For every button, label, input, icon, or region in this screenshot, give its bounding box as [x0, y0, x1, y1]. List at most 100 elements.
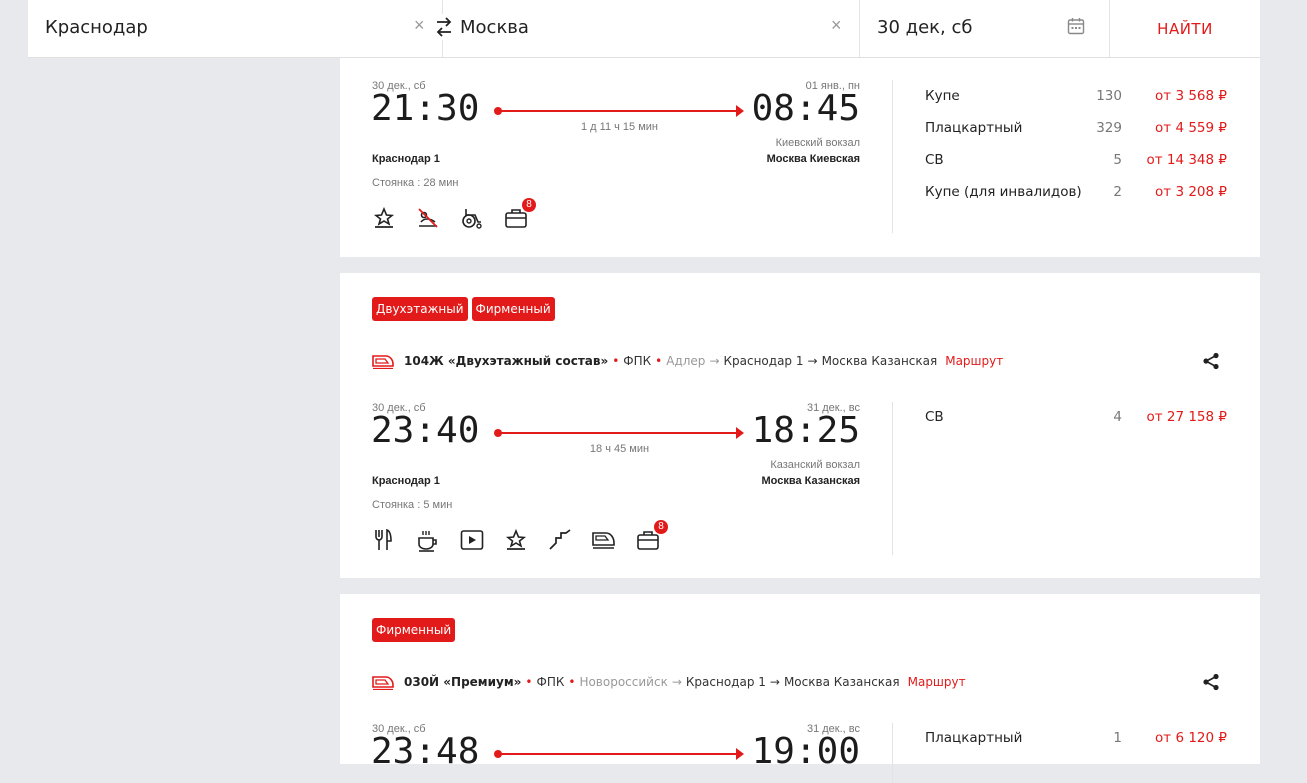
luggage-icon[interactable]: 8 — [504, 198, 536, 230]
carrier: ФПК — [623, 354, 652, 368]
premium-icon[interactable] — [372, 206, 396, 230]
arrival-time: 18:25 — [751, 410, 860, 451]
arrival-time: 19:00 — [751, 731, 860, 772]
class-name: Плацкартный — [925, 730, 1023, 746]
price-row[interactable]: Плацкартный 1 от 6 120 ₽ — [925, 730, 1227, 762]
video-icon[interactable] — [460, 528, 484, 552]
share-icon[interactable] — [1202, 352, 1220, 370]
tag-branded: Фирменный — [471, 297, 555, 321]
arrival-station: Москва Киевская — [766, 153, 860, 165]
from-field[interactable]: Краснодар × — [28, 0, 443, 57]
clear-icon[interactable]: × — [831, 15, 842, 36]
segment: 30 дек., сб 31 дек., вс 23:40 18:25 18 ч… — [371, 402, 861, 562]
date-input[interactable]: 30 дек, сб — [877, 17, 972, 38]
calendar-icon[interactable] — [1067, 17, 1085, 35]
origin-station: Адлер — [666, 354, 706, 368]
train-number[interactable]: 030Й «Премиум» — [404, 675, 521, 689]
train-icon — [372, 355, 394, 369]
price-list: СВ 4 от 27 158 ₽ — [925, 409, 1227, 441]
divider — [892, 723, 893, 783]
train-card: 30 дек., сб 01 янв., пн 21:30 08:45 1 д … — [340, 58, 1260, 257]
seat-count: 329 — [1096, 120, 1122, 136]
departure-time: 23:40 — [371, 410, 480, 451]
segment: 30 дек., сб 01 янв., пн 21:30 08:45 1 д … — [371, 80, 860, 240]
origin-station: Новороссийск — [579, 675, 668, 689]
segment: 30 дек., сб 31 дек., вс 23:48 19:00 — [371, 723, 860, 783]
price: от 27 158 ₽ — [1146, 409, 1227, 425]
arrival-terminal: Казанский вокзал — [770, 459, 860, 471]
tag-list: Фирменный — [372, 618, 456, 642]
premium-icon[interactable] — [504, 528, 528, 552]
class-name: Плацкартный — [925, 120, 1023, 136]
price: от 14 348 ₽ — [1146, 152, 1227, 168]
class-name: СВ — [925, 152, 944, 168]
route-line — [494, 427, 744, 439]
train-icon — [372, 676, 394, 690]
luggage-badge: 8 — [654, 520, 668, 534]
from-station: Краснодар 1 — [723, 354, 804, 368]
price-row[interactable]: СВ 4 от 27 158 ₽ — [925, 409, 1227, 441]
seat-count: 5 — [1113, 152, 1122, 168]
train-type-icon[interactable] — [592, 528, 616, 552]
price: от 4 559 ₽ — [1155, 120, 1227, 136]
train-info: 030Й «Премиум» • ФПК • Новороссийск → Кр… — [372, 672, 1220, 692]
search-bar: Краснодар × Москва × 30 дек, сб НАЙТИ — [28, 0, 1260, 58]
seat-count: 2 — [1113, 184, 1122, 200]
price: от 6 120 ₽ — [1155, 730, 1227, 746]
price: от 3 568 ₽ — [1155, 88, 1227, 104]
to-input[interactable]: Москва — [460, 17, 529, 38]
stop-duration: Стоянка : 28 мин — [372, 177, 459, 189]
carrier: ФПК — [536, 675, 565, 689]
departure-station: Краснодар 1 — [372, 153, 440, 165]
seat-count: 4 — [1113, 409, 1122, 425]
route-line — [494, 748, 744, 760]
stop-duration: Стоянка : 5 мин — [372, 499, 453, 511]
arrival-time: 08:45 — [751, 88, 860, 129]
route-link[interactable]: Маршрут — [908, 675, 966, 689]
swap-icon[interactable] — [433, 14, 455, 40]
seat-count: 130 — [1096, 88, 1122, 104]
no-bedding-icon[interactable] — [416, 206, 440, 230]
class-name: СВ — [925, 409, 944, 425]
price-row[interactable]: СВ 5 от 14 348 ₽ — [925, 152, 1227, 184]
stairs-icon[interactable] — [548, 528, 572, 552]
duration: 18 ч 45 мин — [589, 443, 650, 455]
to-field[interactable]: Москва × — [443, 0, 860, 57]
class-name: Купе — [925, 88, 960, 104]
departure-time: 23:48 — [371, 731, 480, 772]
to-station: Москва Казанская — [783, 675, 900, 689]
clear-icon[interactable]: × — [414, 15, 425, 36]
from-station: Краснодар 1 — [685, 675, 766, 689]
price-list: Плацкартный 1 от 6 120 ₽ — [925, 730, 1227, 762]
date-field[interactable]: 30 дек, сб — [860, 0, 1110, 57]
duration: 1 д 11 ч 15 мин — [581, 121, 658, 133]
train-card: Двухэтажный Фирменный 104Ж «Двухэтажный … — [340, 273, 1260, 578]
train-number[interactable]: 104Ж «Двухэтажный состав» — [404, 354, 608, 368]
wheelchair-icon[interactable] — [460, 206, 484, 230]
price-row[interactable]: Плацкартный 329 от 4 559 ₽ — [925, 120, 1227, 152]
find-button[interactable]: НАЙТИ — [1110, 0, 1260, 57]
departure-time: 21:30 — [371, 88, 480, 129]
to-station: Москва Казанская — [821, 354, 938, 368]
tag-double-deck: Двухэтажный — [372, 297, 468, 321]
price-row[interactable]: Купе 130 от 3 568 ₽ — [925, 88, 1227, 120]
price-row[interactable]: Купе (для инвалидов) 2 от 3 208 ₽ — [925, 184, 1227, 216]
share-icon[interactable] — [1202, 673, 1220, 691]
divider — [892, 80, 893, 233]
arrival-station: Москва Казанская — [761, 475, 861, 487]
restaurant-icon[interactable] — [372, 528, 396, 552]
route-link[interactable]: Маршрут — [945, 354, 1003, 368]
tag-list: Двухэтажный Фирменный — [372, 297, 555, 321]
luggage-badge: 8 — [522, 198, 536, 212]
amenities: 8 — [372, 198, 536, 230]
route-line — [494, 105, 744, 117]
tag-branded: Фирменный — [372, 618, 456, 642]
from-input[interactable]: Краснодар — [45, 17, 148, 38]
price: от 3 208 ₽ — [1155, 184, 1227, 200]
seat-count: 1 — [1113, 730, 1122, 746]
amenities: 8 — [372, 520, 668, 552]
divider — [892, 402, 893, 555]
price-list: Купе 130 от 3 568 ₽ Плацкартный 329 от 4 559… — [925, 88, 1227, 216]
luggage-icon[interactable]: 8 — [636, 520, 668, 552]
coffee-icon[interactable] — [416, 528, 440, 552]
